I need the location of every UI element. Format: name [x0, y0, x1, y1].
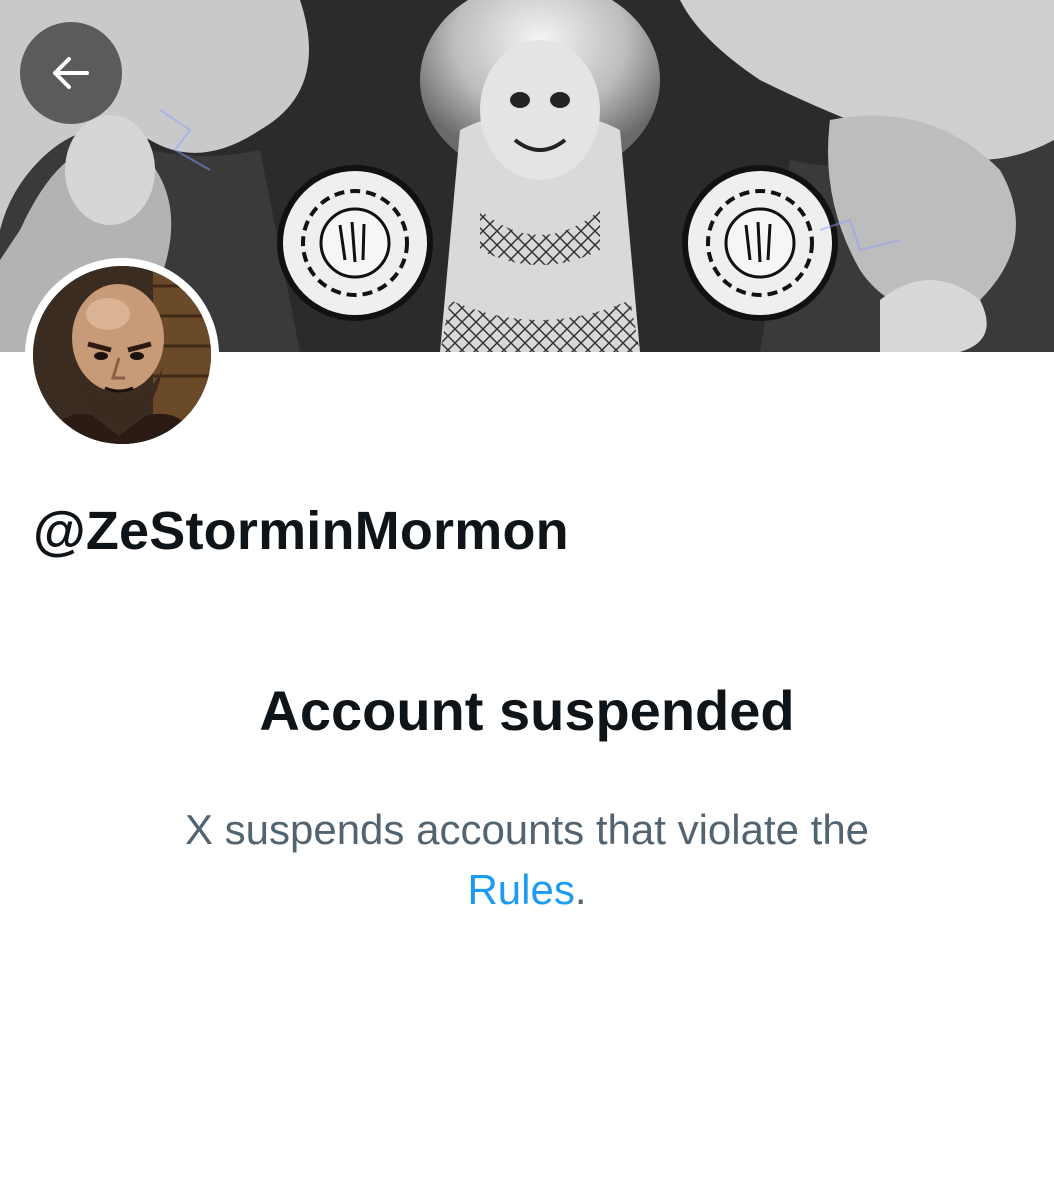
rules-link[interactable]: Rules	[467, 866, 574, 913]
profile-handle: @ZeStorminMormon	[33, 501, 569, 561]
suspension-title: Account suspended	[259, 679, 795, 742]
avatar-image	[33, 266, 211, 444]
arrow-left-icon	[53, 57, 89, 89]
suspension-message-suffix: .	[574, 866, 587, 913]
avatar[interactable]	[33, 266, 211, 444]
suspension-message: X suspends accounts that violate the Rule…	[110, 800, 944, 920]
back-button[interactable]	[20, 22, 122, 124]
suspension-message-text: X suspends accounts that violate the	[184, 806, 870, 853]
